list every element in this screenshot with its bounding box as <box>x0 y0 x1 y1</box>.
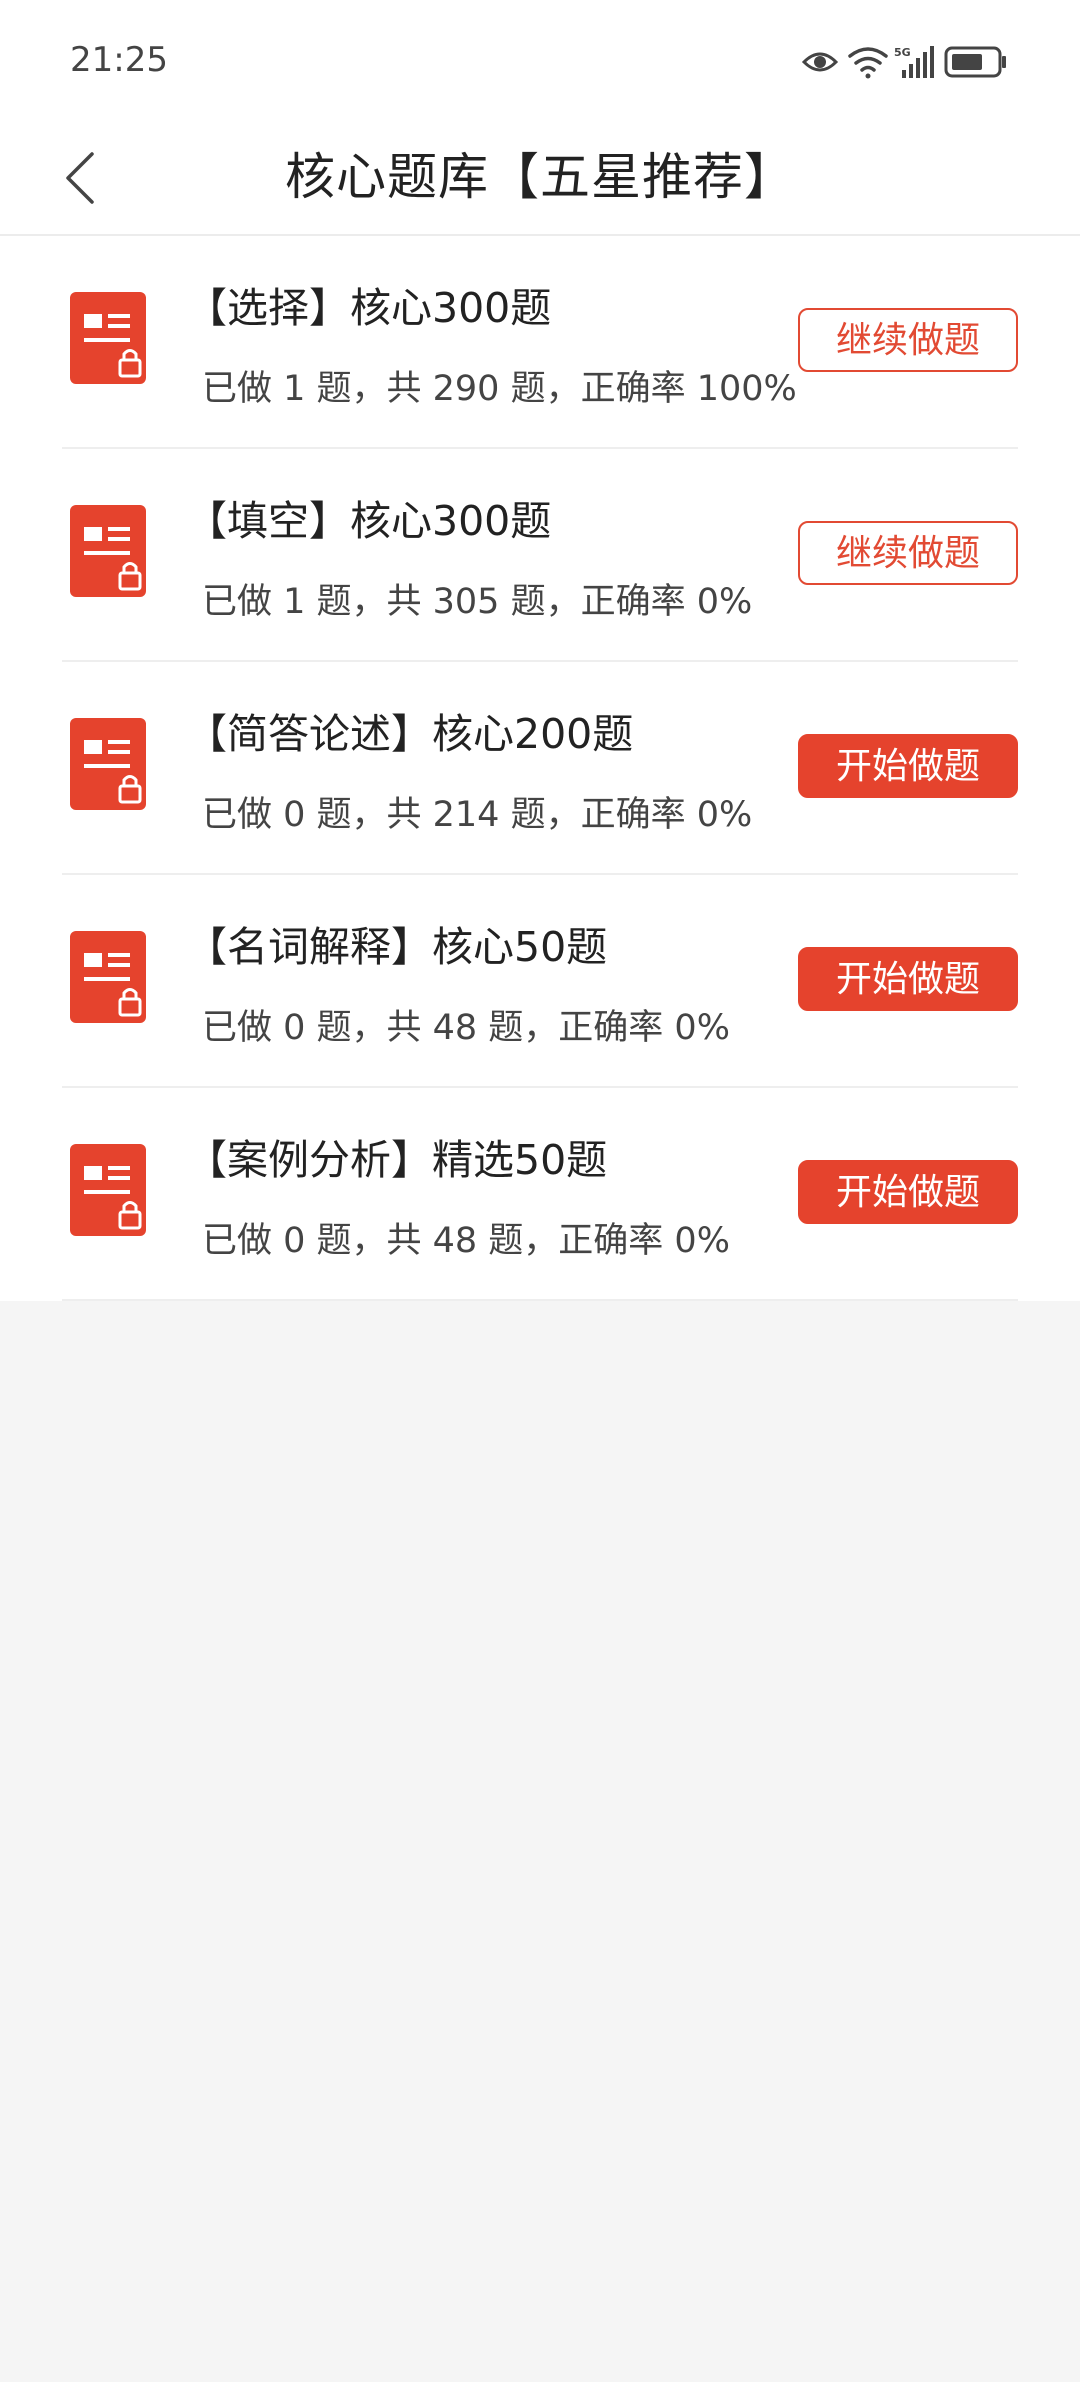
item-title: 【选择】核心300题 <box>186 284 552 332</box>
page-title: 核心题库【五星推荐】 <box>285 148 795 206</box>
network-label: 5G <box>894 46 911 59</box>
item-stats: 已做 1 题，共 305 题，正确率 0% <box>202 582 753 622</box>
document-lock-icon <box>70 292 146 384</box>
list-item[interactable]: 【简答论述】核心200题 已做 0 题，共 214 题，正确率 0% 开始做题 <box>62 662 1018 875</box>
document-lock-icon <box>70 718 146 810</box>
list-item[interactable]: 【名词解释】核心50题 已做 0 题，共 48 题，正确率 0% 开始做题 <box>62 875 1018 1088</box>
status-icons: 5G <box>802 46 1006 79</box>
item-title: 【填空】核心300题 <box>186 497 552 545</box>
nav-bar: 核心题库【五星推荐】 <box>0 120 1080 236</box>
continue-practice-button[interactable]: 继续做题 <box>798 308 1018 372</box>
item-stats: 已做 0 题，共 48 题，正确率 0% <box>202 1008 730 1048</box>
status-bar: 21:25 5G <box>0 0 1080 120</box>
wifi-icon <box>848 47 888 79</box>
item-stats: 已做 1 题，共 290 题，正确率 100% <box>202 369 797 409</box>
item-title: 【简答论述】核心200题 <box>186 710 634 758</box>
item-stats: 已做 0 题，共 48 题，正确率 0% <box>202 1221 730 1261</box>
list-item[interactable]: 【案例分析】精选50题 已做 0 题，共 48 题，正确率 0% 开始做题 <box>62 1088 1018 1301</box>
start-practice-button[interactable]: 开始做题 <box>798 947 1018 1011</box>
continue-practice-button[interactable]: 继续做题 <box>798 521 1018 585</box>
start-practice-button[interactable]: 开始做题 <box>798 1160 1018 1224</box>
document-lock-icon <box>70 505 146 597</box>
question-bank-list: 【选择】核心300题 已做 1 题，共 290 题，正确率 100% 继续做题 … <box>0 236 1080 1301</box>
document-lock-icon <box>70 1144 146 1236</box>
item-stats: 已做 0 题，共 214 题，正确率 0% <box>202 795 753 835</box>
status-time: 21:25 <box>70 40 168 80</box>
document-lock-icon <box>70 931 146 1023</box>
item-title: 【名词解释】核心50题 <box>186 923 608 971</box>
start-practice-button[interactable]: 开始做题 <box>798 734 1018 798</box>
list-item[interactable]: 【填空】核心300题 已做 1 题，共 305 题，正确率 0% 继续做题 <box>62 449 1018 662</box>
battery-icon <box>944 46 1006 78</box>
item-title: 【案例分析】精选50题 <box>186 1136 608 1184</box>
eye-icon <box>802 52 839 72</box>
list-item[interactable]: 【选择】核心300题 已做 1 题，共 290 题，正确率 100% 继续做题 <box>62 236 1018 449</box>
